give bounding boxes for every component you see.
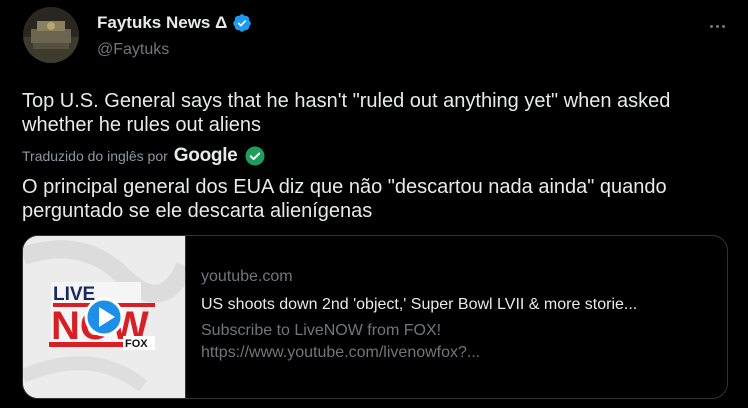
link-card[interactable]: LIVE NOW FOX youtube.com US shoots down …	[22, 235, 728, 399]
card-title[interactable]: US shoots down 2nd 'object,' Super Bowl …	[201, 294, 721, 316]
play-icon[interactable]	[84, 297, 124, 337]
avatar[interactable]	[23, 7, 79, 63]
more-options-icon[interactable]	[705, 14, 729, 38]
thumbnail-fox-text: FOX	[125, 338, 148, 350]
google-logo: Google	[173, 145, 238, 166]
tweet-text: Top U.S. General says that he hasn't "ru…	[22, 90, 671, 136]
card-domain: youtube.com	[201, 268, 293, 285]
translation-label[interactable]: Traduzido do inglês por	[22, 148, 168, 164]
card-thumbnail[interactable]: LIVE NOW FOX	[23, 236, 185, 398]
translation-check-icon	[245, 146, 265, 166]
translated-text: O principal general dos EUA diz que não …	[22, 176, 667, 222]
card-description: Subscribe to LiveNOW from FOX!	[201, 322, 442, 339]
card-url[interactable]: https://www.youtube.com/livenowfox?...	[201, 342, 721, 364]
verified-badge-icon	[233, 14, 252, 32]
author-name[interactable]: Faytuks News Δ	[97, 13, 227, 33]
author-handle[interactable]: @Faytuks	[97, 41, 169, 59]
translation-attribution: Traduzido do inglês por Google	[22, 145, 265, 167]
card-divider	[185, 236, 186, 398]
thumbnail-live-text: LIVE	[53, 284, 95, 305]
